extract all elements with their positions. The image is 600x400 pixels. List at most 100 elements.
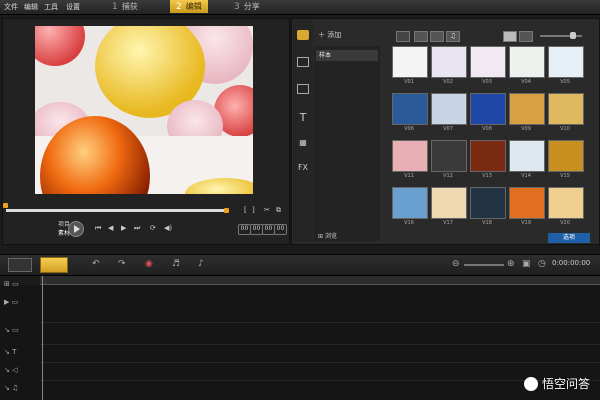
library-thumbnail[interactable] [431,140,467,172]
thumbnail-label: V04 [521,79,531,85]
timeline-ruler[interactable] [40,276,600,285]
transition-icon[interactable] [297,84,309,94]
library-sidebar [293,20,313,242]
library-thumbnail[interactable] [548,187,584,219]
graphic-icon[interactable]: ▦ [297,138,309,148]
mark-in-handle[interactable] [3,203,8,208]
timeline-tracks [0,285,600,400]
photo-filter-icon[interactable] [430,31,444,42]
playhead[interactable] [42,276,43,400]
add-folder-button[interactable]: ＋ 添加 [318,30,341,40]
thumbnail-label: V13 [482,173,492,179]
library-thumbnail[interactable] [509,140,545,172]
title-track-icon[interactable]: ↘ T [4,348,38,364]
instant-project-icon[interactable] [297,57,309,67]
audio-mixer-icon[interactable]: ♬ [172,259,180,269]
thumbnail-label: V05 [560,79,570,85]
filter-icon[interactable]: FX [297,163,309,173]
step-label: 编辑 [185,2,202,11]
track-divider [40,322,600,323]
menu-tools[interactable]: 工具 [44,2,58,12]
thumbnail-label: V07 [443,126,453,132]
voice-track-icon[interactable]: ↘ ◁ [4,366,38,382]
thumbnail-label: V02 [443,79,453,85]
library-thumbnail[interactable] [431,187,467,219]
timecode-frames[interactable]: 00 [274,224,287,235]
menu-file[interactable]: 文件 [4,2,18,12]
audio-filter-icon[interactable]: ♫ [446,31,460,42]
sort-icon[interactable] [519,31,533,42]
video-preview [35,26,253,194]
browse-button[interactable]: ⊞ 浏览 [318,231,337,240]
menu-settings[interactable]: 设置 [66,2,80,12]
menu-edit[interactable]: 编辑 [24,2,38,12]
library-thumbnail[interactable] [470,140,506,172]
watermark-logo-icon [523,376,538,391]
end-icon[interactable]: ⏭ [134,224,140,233]
mark-in-button[interactable]: [ [244,206,247,214]
play-button[interactable] [68,221,84,237]
record-icon[interactable]: ◉ [145,259,153,269]
options-button[interactable]: 选项 [548,233,590,243]
library-thumbnail[interactable] [392,93,428,125]
mark-out-handle[interactable] [224,208,229,213]
timeline-timecode: 0:00:00:00 [552,259,591,267]
video-track-icon[interactable]: ▶ ▭ [4,298,38,314]
thumbnail-label: V06 [404,126,414,132]
library-thumbnail[interactable] [548,140,584,172]
split-clip-icon[interactable]: ✂ [264,206,270,214]
preview-scrubber[interactable] [6,209,228,212]
step-capture[interactable]: 1 捕获 [112,0,138,13]
zoom-in-icon[interactable]: ⊕ [507,259,515,269]
library-thumbnail[interactable] [548,46,584,78]
library-thumbnail[interactable] [509,93,545,125]
volume-icon[interactable]: ◀) [164,224,172,232]
duration-icon[interactable]: ◷ [538,259,546,269]
step-share[interactable]: 3 分享 [234,0,260,13]
media-icon[interactable] [297,30,309,40]
library-thumbnail[interactable] [470,46,506,78]
library-thumbnail[interactable] [392,140,428,172]
library-thumbnail[interactable] [431,93,467,125]
thumbnail-label: V12 [443,173,453,179]
library-thumbnail[interactable] [392,187,428,219]
track-manager-icon[interactable]: ⊞ ▭ [4,280,38,296]
thumbnail-label: V14 [521,173,531,179]
fit-project-icon[interactable]: ▣ [522,259,531,269]
folder-icon[interactable] [396,31,410,42]
library-thumbnail[interactable] [509,187,545,219]
title-icon[interactable]: T [297,111,309,124]
previous-frame-icon[interactable]: ◀ [108,224,113,232]
menu-bar: 文件 编辑 工具 设置 1 捕获 2 编辑 3 分享 [0,0,600,15]
library-thumbnail[interactable] [392,46,428,78]
timeline-view-button[interactable] [40,257,68,273]
enlarge-icon[interactable]: ⧉ [276,206,281,215]
thumbnail-label: V08 [482,126,492,132]
step-label: 捕获 [121,2,138,11]
slider-handle[interactable] [570,32,576,39]
redo-icon[interactable]: ↷ [118,259,126,269]
home-icon[interactable]: ⏮ [95,224,101,233]
library-thumbnail[interactable] [548,93,584,125]
storyboard-view-button[interactable] [8,258,32,272]
repeat-icon[interactable]: ⟳ [150,224,156,232]
thumbnail-label: V20 [560,220,570,226]
list-view-icon[interactable] [503,31,517,42]
zoom-slider[interactable] [464,264,504,266]
library-thumbnail[interactable] [509,46,545,78]
library-thumbnail[interactable] [470,187,506,219]
library-thumbnail[interactable] [470,93,506,125]
library-thumbnail[interactable] [431,46,467,78]
video-filter-icon[interactable] [414,31,428,42]
undo-icon[interactable]: ↶ [92,259,100,269]
folder-item[interactable]: 样本 [316,50,378,61]
music-track-icon[interactable]: ↘ ♫ [4,384,38,400]
step-edit[interactable]: 2 编辑 [170,0,208,13]
auto-music-icon[interactable]: ♪ [198,259,204,269]
mark-out-button[interactable]: ] [252,206,255,214]
next-frame-icon[interactable]: ▶ [121,224,126,232]
thumbnail-label: V19 [521,220,531,226]
overlay-track-icon[interactable]: ↘ ▭ [4,326,38,342]
thumbnail-label: V15 [560,173,570,179]
zoom-out-icon[interactable]: ⊖ [452,259,460,269]
